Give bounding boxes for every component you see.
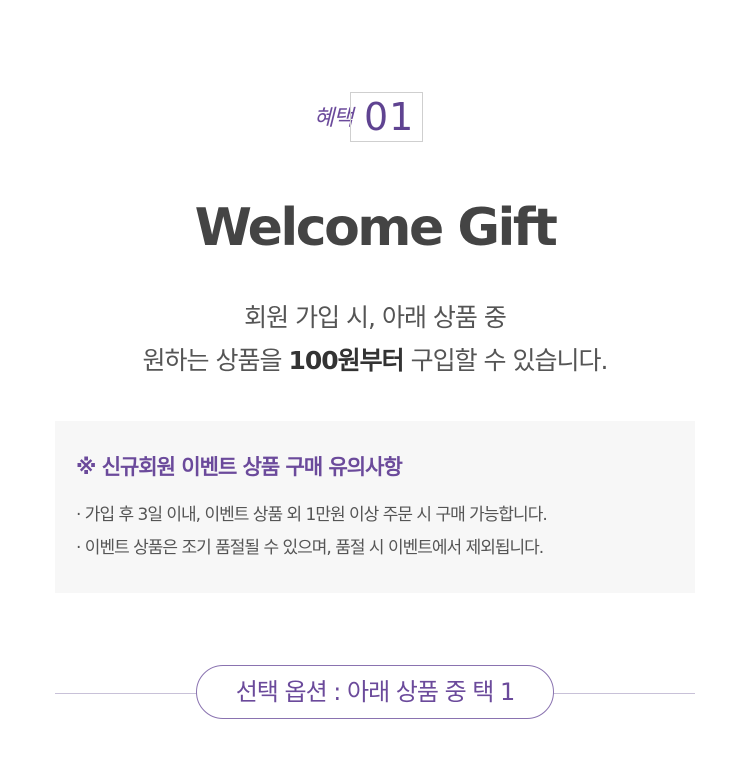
description-price-highlight: 100원부터 bbox=[288, 346, 404, 375]
benefit-script-label: 혜택 bbox=[314, 106, 353, 131]
notice-item: · 가입 후 3일 이내, 이벤트 상품 외 1만원 이상 주문 시 구매 가능… bbox=[76, 505, 548, 525]
benefit-badge: 혜택 01 bbox=[312, 92, 424, 144]
notice-list: · 가입 후 3일 이내, 이벤트 상품 외 1만원 이상 주문 시 구매 가능… bbox=[76, 499, 548, 565]
notice-item: · 이벤트 상품은 조기 품절될 수 있으며, 품절 시 이벤트에서 제외됩니다… bbox=[76, 538, 544, 558]
description-line-1: 회원 가입 시, 아래 상품 중 bbox=[244, 303, 507, 332]
gift-description: 회원 가입 시, 아래 상품 중 원하는 상품을 100원부터 구입할 수 있습… bbox=[0, 296, 750, 382]
benefit-number: 01 bbox=[364, 95, 415, 139]
page-title: Welcome Gift bbox=[194, 198, 558, 258]
description-line-2-suffix: 구입할 수 있습니다. bbox=[403, 346, 609, 375]
option-select-pill[interactable]: 선택 옵션 : 아래 상품 중 택 1 bbox=[196, 665, 554, 719]
notice-panel: ※ 신규회원 이벤트 상품 구매 유의사항 · 가입 후 3일 이내, 이벤트 … bbox=[55, 421, 695, 593]
notice-heading: ※ 신규회원 이벤트 상품 구매 유의사항 bbox=[76, 455, 403, 479]
description-line-2-prefix: 원하는 상품을 bbox=[142, 346, 289, 375]
description-line-2: 원하는 상품을 100원부터 구입할 수 있습니다. bbox=[0, 339, 750, 382]
